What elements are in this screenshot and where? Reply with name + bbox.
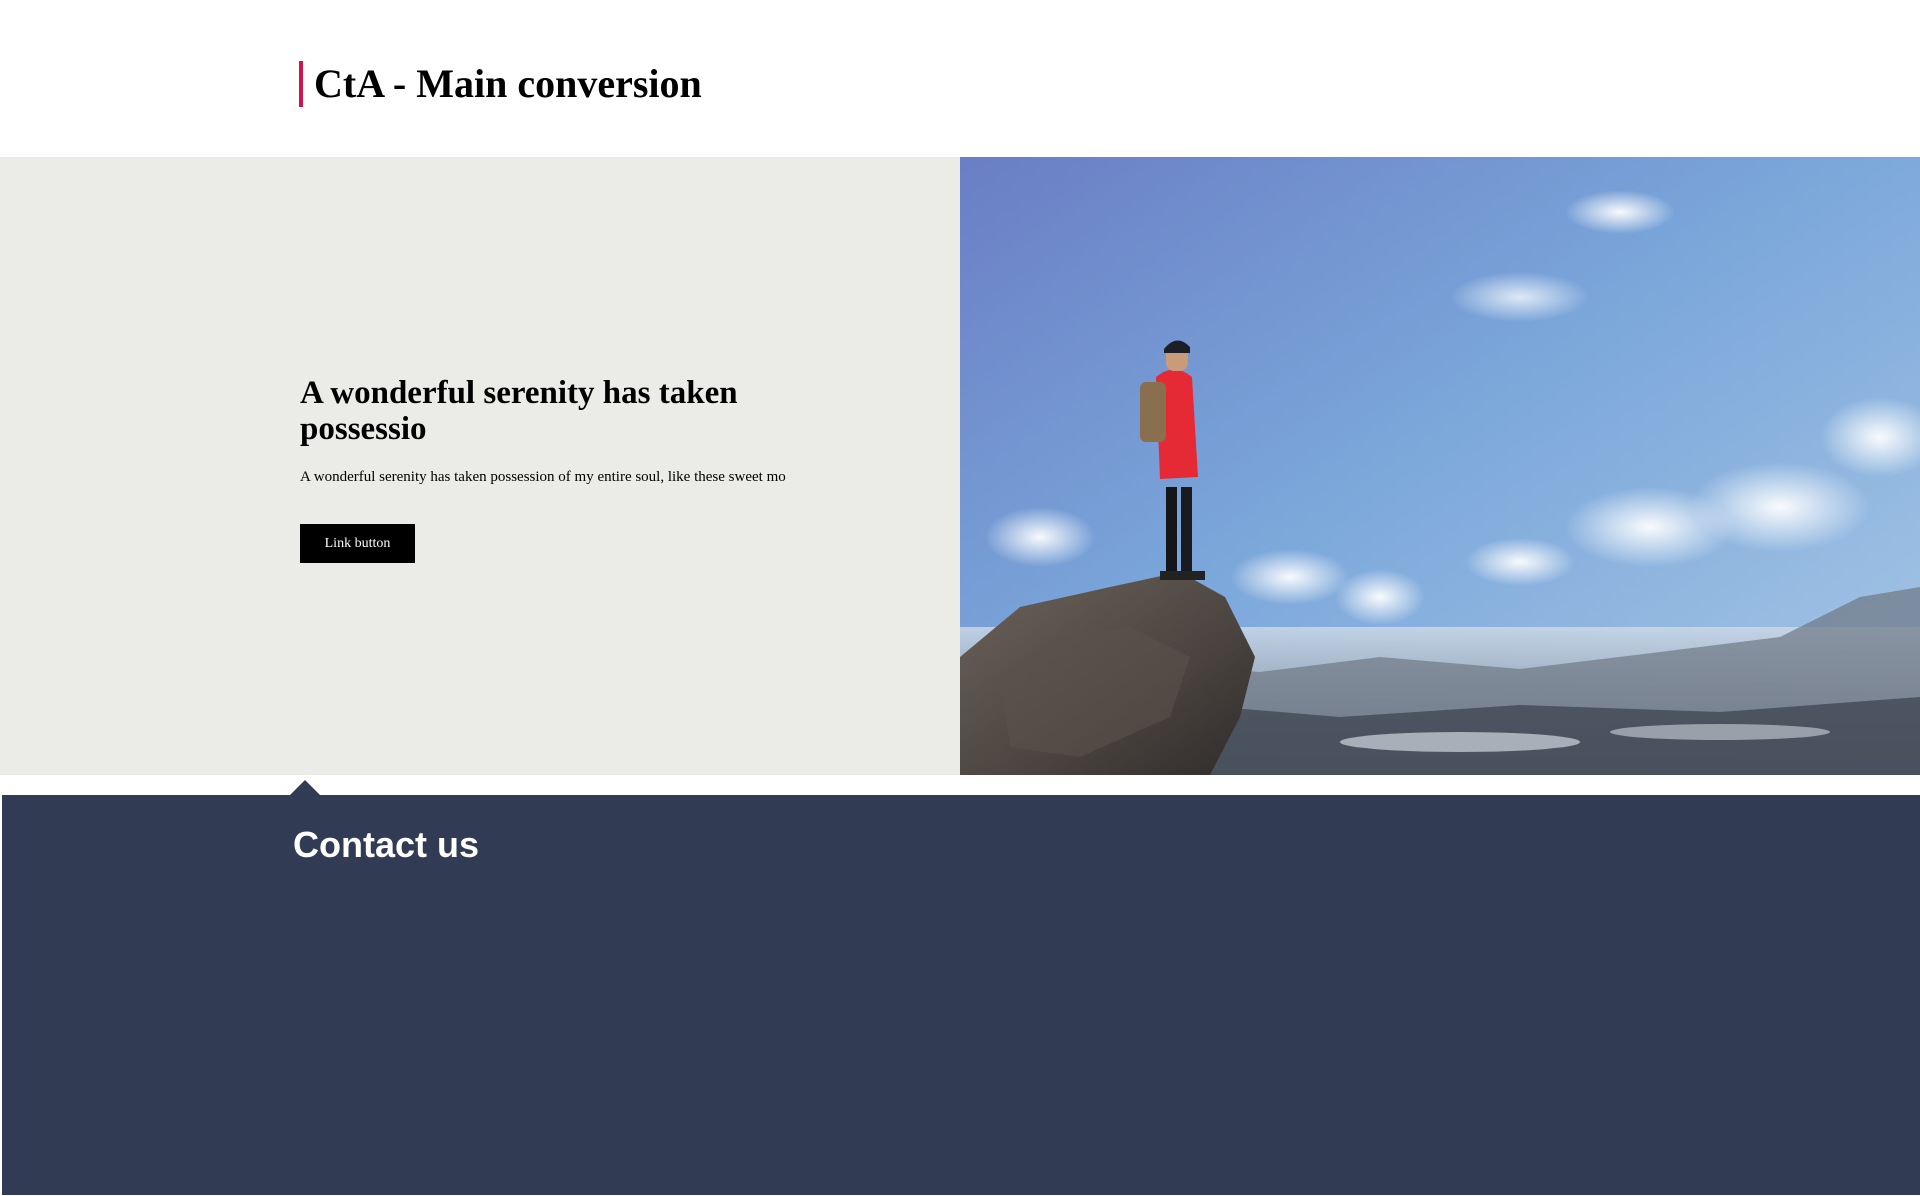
hero-image (960, 157, 1920, 775)
title-wrap: CtA - Main conversion (299, 61, 702, 107)
page-header: CtA - Main conversion (0, 0, 1920, 157)
hero-text-panel: A wonderful serenity has taken possessio… (0, 157, 960, 775)
link-button[interactable]: Link button (300, 524, 415, 563)
contact-arrow (290, 780, 320, 795)
hiker-on-cliff-image (960, 157, 1920, 775)
hero-section: A wonderful serenity has taken possessio… (0, 157, 1920, 775)
contact-section (2, 795, 1920, 1195)
page-title: CtA - Main conversion (314, 61, 702, 106)
title-accent-bar (299, 61, 303, 107)
hero-heading: A wonderful serenity has taken possessio (300, 375, 738, 447)
hero-content: A wonderful serenity has taken possessio… (300, 375, 860, 563)
hero-text: A wonderful serenity has taken possessio… (300, 469, 786, 485)
contact-title: Contact us (293, 824, 480, 865)
